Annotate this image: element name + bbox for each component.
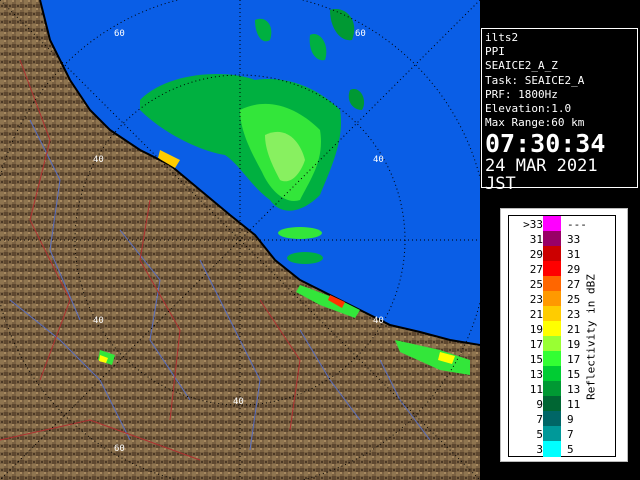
scan-date: 24 MAR 2021 JST <box>485 156 598 195</box>
legend-high-value: 9 <box>567 413 574 426</box>
legend-row: 29 31 <box>509 246 615 262</box>
legend-row: 11 13 <box>509 381 615 397</box>
legend-swatch <box>543 366 561 382</box>
legend-swatch <box>543 351 561 367</box>
legend-high-value: 11 <box>567 398 581 411</box>
volume-name: SEAICE2_A_Z <box>485 59 558 73</box>
legend-high-value: 13 <box>567 383 581 396</box>
legend-row: 17 19 <box>509 336 615 352</box>
legend-high-value: 25 <box>567 293 581 306</box>
legend-swatch <box>543 246 561 262</box>
product-type: PPI <box>485 45 505 59</box>
legend-low-value: >33 <box>523 218 543 231</box>
legend-swatch <box>543 306 561 322</box>
legend-low-value: 13 <box>529 368 543 381</box>
legend-row: 31 33 <box>509 231 615 247</box>
legend-swatch <box>543 276 561 292</box>
legend-low-value: 25 <box>529 278 543 291</box>
legend-swatch <box>543 231 561 247</box>
legend-swatch <box>543 441 561 457</box>
legend-swatch <box>543 261 561 277</box>
prf-value: PRF: 1800Hz <box>485 87 558 101</box>
legend-high-value: 7 <box>567 428 574 441</box>
range-label: 40 <box>93 316 104 326</box>
legend-swatch <box>543 411 561 427</box>
legend-high-value: 27 <box>567 278 581 291</box>
legend-row: 25 27 <box>509 276 615 292</box>
range-label: 60 <box>114 444 125 454</box>
legend-swatch <box>543 321 561 337</box>
legend-row: 27 29 <box>509 261 615 277</box>
legend-low-value: 7 <box>536 413 543 426</box>
range-label: 40 <box>373 155 384 165</box>
legend-low-value: 5 <box>536 428 543 441</box>
legend-low-value: 15 <box>529 353 543 366</box>
range-label: 40 <box>233 397 244 407</box>
legend-swatch <box>543 291 561 307</box>
legend-swatch <box>543 216 561 232</box>
legend-row: 57 <box>509 426 615 442</box>
range-label: 40 <box>373 316 384 326</box>
legend-high-value: 29 <box>567 263 581 276</box>
elevation-value: Elevation:1.0 <box>485 102 572 116</box>
legend-high-value: 23 <box>567 308 581 321</box>
range-label: 60 <box>355 29 366 39</box>
legend-scale: >33 --- 31 33 29 31 27 29 25 27 23 25 21 23 19 21 17 19 15… <box>508 215 616 457</box>
task-name: Task: SEAICE2_A <box>485 73 585 87</box>
range-label: 40 <box>93 155 104 165</box>
radar-ppi-map: 60 60 40 40 40 40 40 60 <box>0 0 480 480</box>
legend-row: 21 23 <box>509 306 615 322</box>
info-panel: ilts2 PPI SEAICE2_A_Z Task: SEAICE2_A PR… <box>481 28 638 193</box>
legend-title: Reflectivity in dBZ <box>584 274 598 400</box>
color-legend: >33 --- 31 33 29 31 27 29 25 27 23 25 21 23 19 21 17 19 15… <box>500 208 628 462</box>
legend-high-value: 33 <box>567 233 581 246</box>
legend-low-value: 17 <box>529 338 543 351</box>
legend-high-value: 15 <box>567 368 581 381</box>
legend-swatch <box>543 336 561 352</box>
legend-low-value: 19 <box>529 323 543 336</box>
station-name: ilts2 <box>485 31 519 44</box>
legend-row: 15 17 <box>509 351 615 367</box>
legend-low-value: 23 <box>529 293 543 306</box>
legend-low-value: 29 <box>529 248 543 261</box>
legend-high-value: 31 <box>567 248 581 261</box>
legend-low-value: 9 <box>536 398 543 411</box>
legend-swatch <box>543 426 561 442</box>
legend-row: 79 <box>509 411 615 427</box>
legend-row: 13 15 <box>509 366 615 382</box>
range-label: 60 <box>114 29 125 39</box>
legend-swatch <box>543 381 561 397</box>
legend-low-value: 11 <box>529 383 543 396</box>
scan-time: 07:30:34 <box>485 129 606 159</box>
legend-low-value: 21 <box>529 308 543 321</box>
legend-row: 9 11 <box>509 396 615 412</box>
legend-swatch <box>543 396 561 412</box>
legend-row: >33 --- <box>509 216 615 232</box>
legend-row: 19 21 <box>509 321 615 337</box>
legend-low-value: 27 <box>529 263 543 276</box>
legend-high-value: 19 <box>567 338 581 351</box>
legend-low-value: 3 <box>536 443 543 456</box>
legend-row: 35 <box>509 441 615 457</box>
legend-high-value: --- <box>567 218 587 231</box>
max-range-value: Max Range:60 km <box>485 116 585 130</box>
legend-row: 23 25 <box>509 291 615 307</box>
legend-low-value: 31 <box>529 233 543 246</box>
legend-high-value: 5 <box>567 443 574 456</box>
legend-high-value: 21 <box>567 323 581 336</box>
legend-high-value: 17 <box>567 353 581 366</box>
